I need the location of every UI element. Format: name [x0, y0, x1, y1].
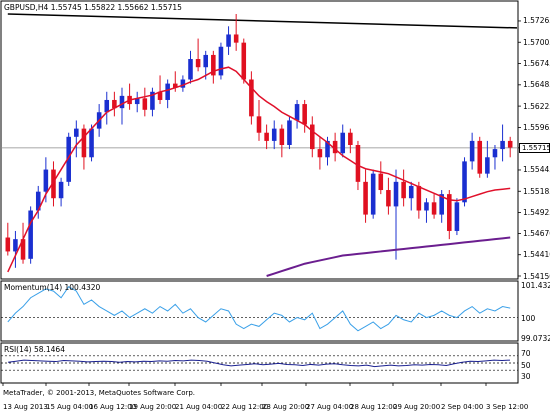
price-axis-label: 1.55965 [523, 122, 550, 132]
candle-bear [233, 34, 239, 43]
candle-bear [302, 104, 307, 125]
candle-bull [119, 95, 125, 109]
candle-bear [363, 181, 368, 215]
momentum-title: Momentum(14) 100.4320 [4, 283, 101, 292]
candle-bull [89, 128, 94, 158]
candle-bull [74, 128, 79, 137]
candle-bull [188, 59, 193, 80]
candle-bear [5, 237, 11, 252]
candle-bull [13, 239, 18, 252]
time-axis-label: 28 Aug 12:00 [350, 403, 398, 411]
time-axis-label: 23 Aug 20:00 [262, 403, 310, 411]
chart-header: GBPUSD,H4 1.55745 1.55822 1.55662 1.5571… [4, 3, 182, 12]
candle-bull [340, 132, 346, 154]
current-price-tag: 1.55715 [519, 142, 550, 153]
rsi-axis-30: 30 [521, 372, 531, 381]
candle-bull [226, 34, 231, 47]
candle-bull [462, 161, 467, 203]
candle-bear [386, 190, 391, 207]
momentum-axis-min: 99.0732 [521, 334, 550, 343]
candle-bull [370, 173, 376, 215]
rsi-axis-50: 50 [521, 361, 531, 370]
symbol-timeframe: GBPUSD,H4 [4, 3, 49, 12]
price-axis-label: 1.56485 [523, 80, 550, 90]
candle-bear [142, 98, 148, 110]
candle-bull [58, 181, 64, 199]
candle-bear [477, 140, 483, 174]
copyright-text: MetaTrader, © 2001-2013, MetaQuotes Soft… [3, 389, 196, 397]
candle-bear [81, 128, 87, 158]
price-axis-label: 1.55185 [523, 186, 550, 196]
candle-bear [401, 181, 406, 199]
candle-bear [195, 59, 201, 68]
candle-bear [378, 173, 384, 191]
rsi-title: RSI(14) 58.1464 [4, 345, 65, 354]
candle-bear [507, 140, 513, 148]
price-axis-label: 1.54670 [523, 228, 550, 238]
candle-bear [279, 128, 285, 145]
price-axis-label: 1.54925 [523, 208, 550, 218]
time-axis-label: 21 Aug 04:00 [175, 403, 223, 411]
candle-bull [294, 104, 300, 121]
candle-bull [104, 99, 110, 113]
chart-canvas [0, 0, 521, 386]
candle-bull [469, 140, 475, 162]
candle-bear [431, 202, 437, 215]
candle-bull [393, 181, 399, 207]
candle-bear [348, 132, 353, 145]
ohlc-values: 1.55745 1.55822 1.55662 1.55715 [50, 3, 182, 12]
candle-bear [416, 185, 422, 211]
candle-bull [485, 157, 490, 174]
time-axis-label: 2 Sep 04:00 [441, 403, 484, 411]
candle-bull [492, 149, 498, 158]
candle-bull [454, 202, 460, 231]
candle-bull [287, 120, 292, 145]
price-axis-label: 1.56745 [523, 59, 550, 69]
candle-bull [408, 185, 414, 199]
price-axis-label: 1.55445 [523, 165, 550, 175]
candle-bull [165, 83, 170, 100]
momentum-axis-max: 101.4326 [521, 281, 550, 290]
candle-bull [203, 54, 208, 68]
candle-bear [355, 145, 361, 182]
time-axis-label: 27 Aug 04:00 [306, 403, 354, 411]
momentum-axis-mid: 100 [521, 314, 536, 323]
candle-bull [424, 202, 429, 211]
price-axis-label: 1.57265 [523, 16, 550, 26]
candle-bull [28, 210, 33, 259]
time-axis-label: 19 Aug 20:00 [129, 403, 177, 411]
candle-bear [241, 42, 247, 80]
candle-bull [271, 128, 277, 141]
price-axis-label: 1.57005 [523, 37, 550, 47]
candle-bull [43, 169, 49, 192]
time-axis-label: 13 Aug 2013 [3, 403, 48, 411]
candle-bear [310, 124, 315, 150]
time-axis-label: 3 Sep 12:00 [486, 403, 529, 411]
time-axis-label: 15 Aug 04:00 [46, 403, 94, 411]
candle-bear [317, 149, 323, 158]
current-price-value: 1.55715 [522, 143, 550, 152]
price-axis-label: 1.56225 [523, 101, 550, 111]
price-axis-label: 1.54410 [523, 250, 550, 260]
candle-bear [264, 132, 269, 141]
candle-bull [500, 140, 505, 150]
time-axis-label: 29 Aug 20:00 [393, 403, 441, 411]
candle-bear [256, 116, 262, 133]
price-axis-label: 1.54150 [523, 271, 550, 281]
candle-bull [218, 46, 224, 76]
rsi-axis-70: 70 [521, 349, 531, 358]
